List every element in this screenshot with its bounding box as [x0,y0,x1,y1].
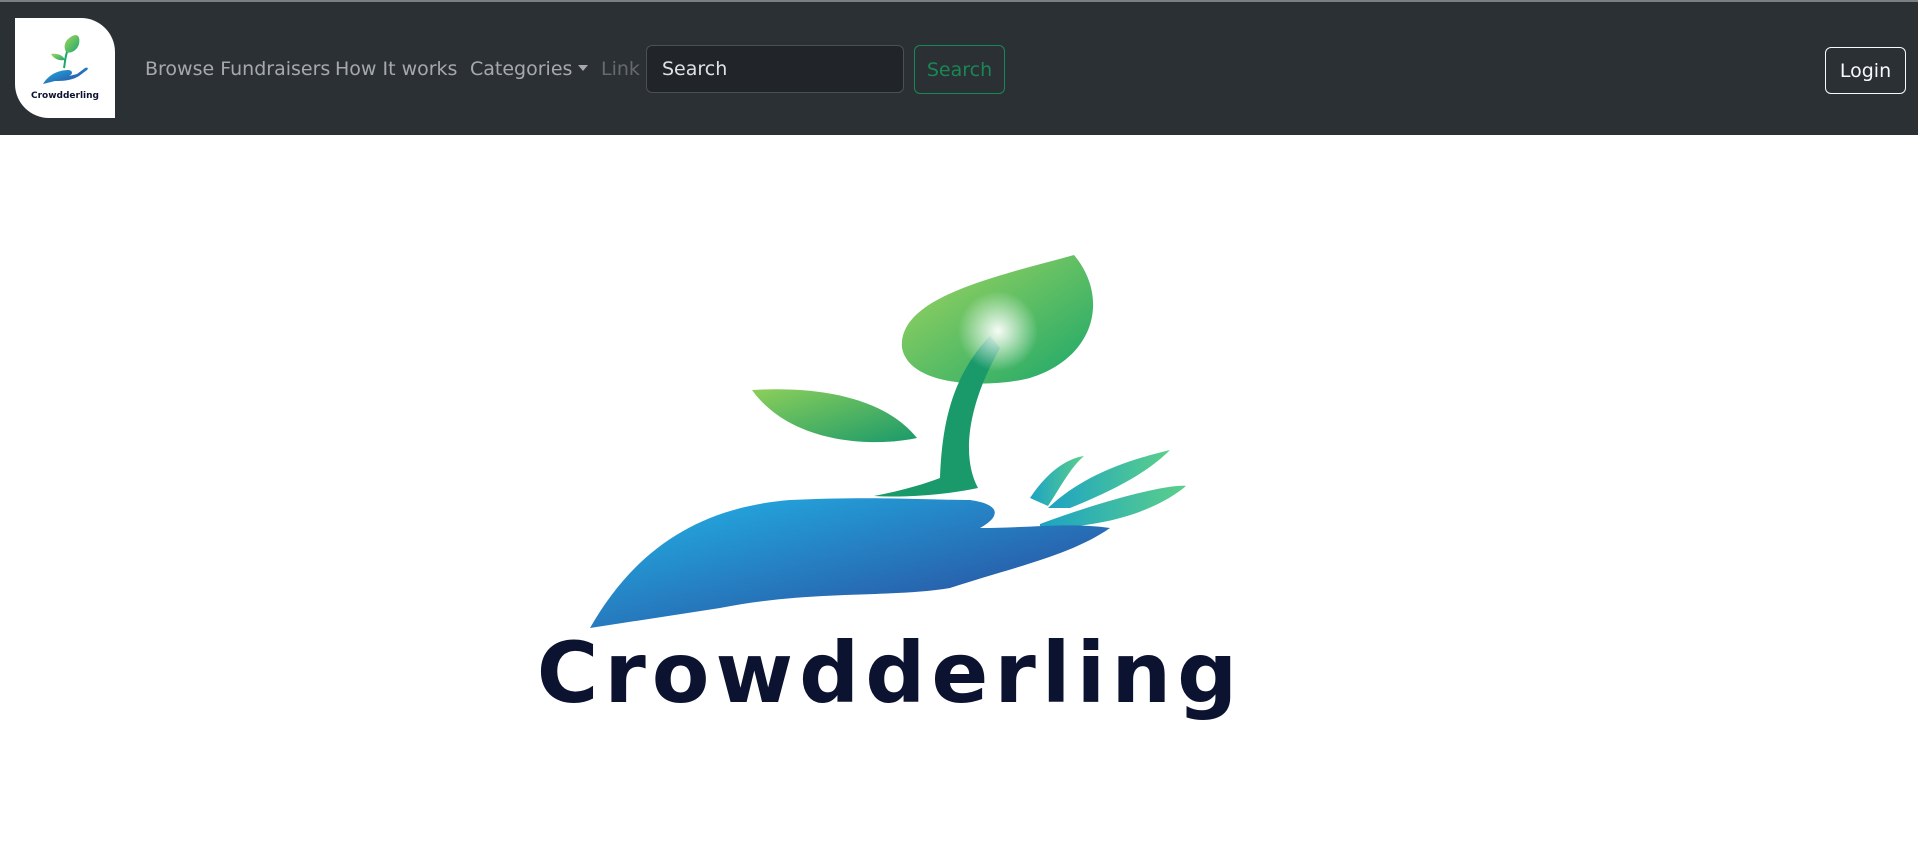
brand-logo-icon [43,35,88,84]
nav-categories-label: Categories [470,58,573,80]
nav-link-disabled: Link [601,58,640,80]
search-button[interactable]: Search [914,45,1005,94]
hero-logo: Crowdderling [470,238,1350,738]
hero-wordmark: Crowdderling [536,624,1244,722]
hero-logo-icon [590,255,1186,628]
nav-how-it-works[interactable]: How It works [335,58,457,80]
nav-categories-dropdown[interactable]: Categories [470,58,589,80]
login-button[interactable]: Login [1825,47,1906,94]
caret-down-icon [578,65,589,71]
brand-wordmark: Crowdderling [31,91,99,101]
brand-logo-link[interactable]: Crowdderling [15,18,115,118]
search-input[interactable] [646,45,904,93]
nav-browse-fundraisers[interactable]: Browse Fundraisers [145,58,330,80]
navbar: Crowdderling Browse Fundraisers How It w… [0,2,1918,135]
